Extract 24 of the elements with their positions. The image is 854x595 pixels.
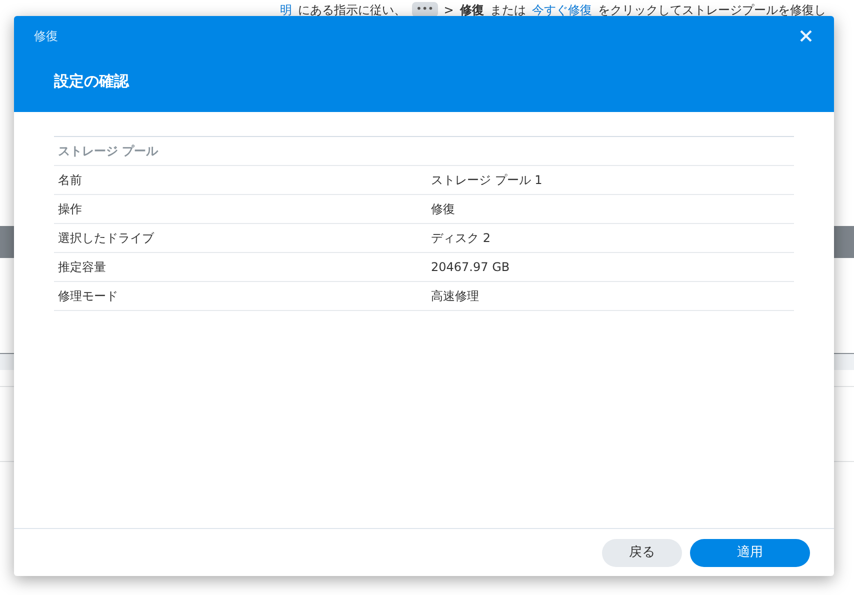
row-label: 選択したドライブ [58,230,155,247]
back-button[interactable]: 戻る [602,538,682,566]
bold-text: 修復 [460,2,484,18]
instruction-text: > [444,2,454,18]
close-icon[interactable] [800,30,812,42]
instruction-text: または [490,2,526,18]
section-header: ストレージ プール [58,143,158,160]
row-label: 名前 [58,172,83,189]
dialog-title: 修復 [34,28,58,45]
more-chip[interactable]: ••• [412,2,438,17]
row-value: ストレージ プール 1 [431,172,542,189]
link[interactable]: 明 [280,0,292,18]
step-heading: 設定の確認 [54,71,129,92]
instruction-text: をクリックしてストレージプールを修復し [598,2,826,18]
row-label: 修理モード [58,288,119,305]
apply-button[interactable]: 適用 [690,538,810,566]
row-value: 20467.97 GB [431,259,510,276]
row-value: ディスク 2 [431,230,490,247]
instruction-text: にある指示に従い、 [298,2,406,18]
row-label: 操作 [58,201,83,218]
row-value: 修復 [431,201,455,218]
row-label: 推定容量 [58,259,107,276]
row-value: 高速修理 [431,288,479,305]
link[interactable]: 今すぐ修復 [532,0,592,18]
